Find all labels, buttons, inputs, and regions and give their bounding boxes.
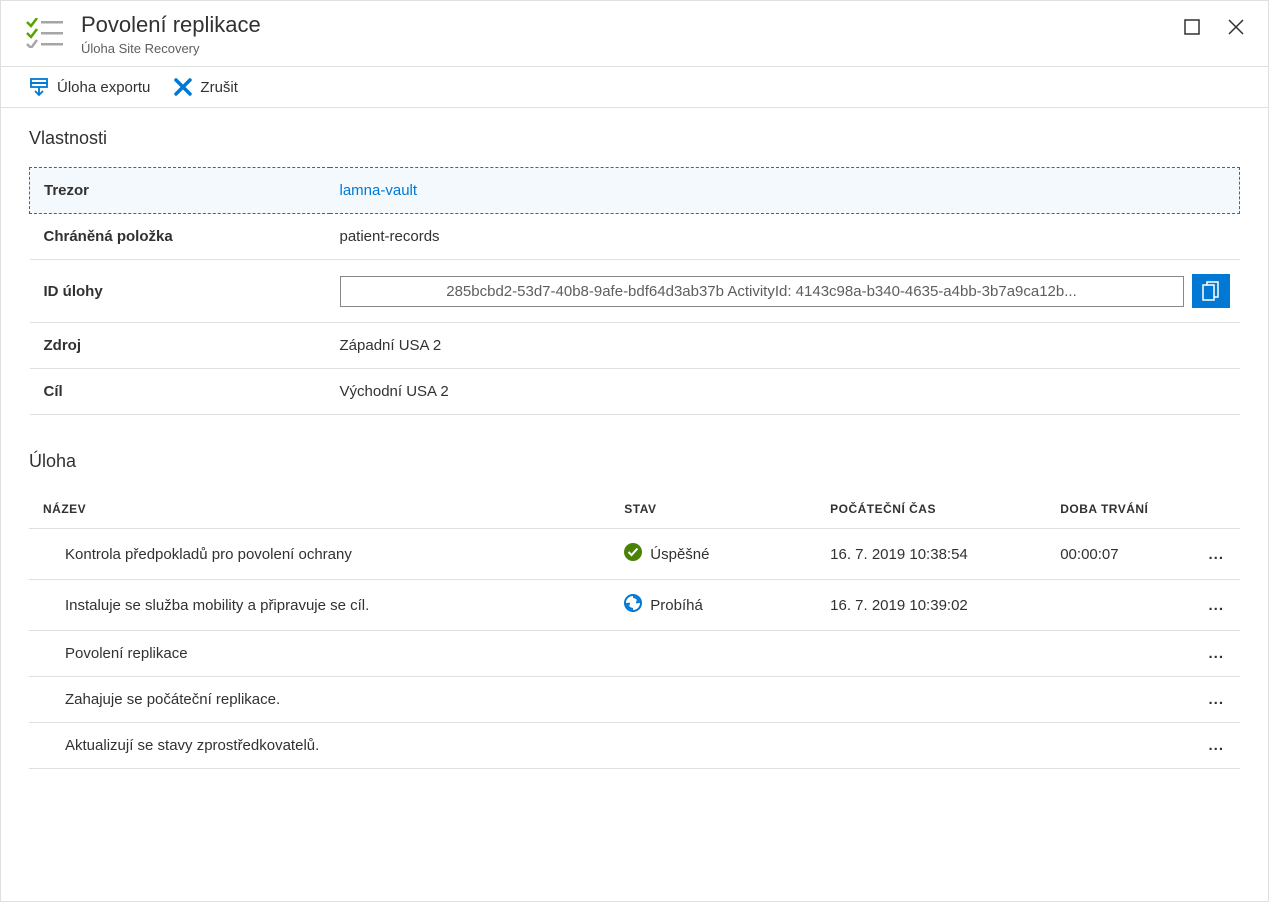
task-table: NÁZEV STAV POČÁTEČNÍ ČAS DOBA TRVÁNÍ Kon… [29,490,1240,769]
ellipsis-icon: ... [1208,737,1224,754]
task-start: 16. 7. 2019 10:38:54 [816,529,1046,580]
column-name[interactable]: NÁZEV [29,490,610,529]
job-id-field[interactable]: 285bcbd2-53d7-40b8-9afe-bdf64d3ab37b Act… [340,276,1184,307]
ellipsis-icon: ... [1208,597,1224,614]
more-button[interactable]: ... [1192,529,1240,580]
task-status [610,723,816,769]
header: Povolení replikace Úloha Site Recovery [1,1,1268,67]
property-value-link[interactable]: lamna-vault [330,168,1240,214]
more-button[interactable]: ... [1192,723,1240,769]
more-button[interactable]: ... [1192,631,1240,677]
export-icon [29,77,49,97]
column-status[interactable]: STAV [610,490,816,529]
cancel-label: Zrušit [200,79,238,96]
ellipsis-icon: ... [1208,645,1224,662]
column-more [1192,490,1240,529]
property-row-target: Cíl Východní USA 2 [30,369,1240,415]
success-icon [624,543,642,565]
ellipsis-icon: ... [1208,691,1224,708]
property-label: ID úlohy [30,260,330,323]
property-row-protected: Chráněná položka patient-records [30,214,1240,260]
property-value: patient-records [330,214,1240,260]
property-row-vault: Trezor lamna-vault [30,168,1240,214]
property-row-source: Zdroj Západní USA 2 [30,323,1240,369]
property-label: Cíl [30,369,330,415]
copy-button[interactable] [1192,274,1230,308]
task-name: Aktualizují se stavy zprostředkovatelů. [29,723,610,769]
task-name: Zahajuje se počáteční replikace. [29,677,610,723]
task-header-row: NÁZEV STAV POČÁTEČNÍ ČAS DOBA TRVÁNÍ [29,490,1240,529]
property-value: Západní USA 2 [330,323,1240,369]
task-start: 16. 7. 2019 10:39:02 [816,580,1046,631]
column-start[interactable]: POČÁTEČNÍ ČAS [816,490,1046,529]
task-duration [1046,723,1191,769]
column-duration[interactable]: DOBA TRVÁNÍ [1046,490,1191,529]
task-section-title: Úloha [29,451,1240,472]
task-name: Instaluje se služba mobility a připravuj… [29,580,610,631]
task-status: Probíhá [610,580,816,631]
task-row[interactable]: Instaluje se služba mobility a připravuj… [29,580,1240,631]
property-value: Východní USA 2 [330,369,1240,415]
task-name: Kontrola předpokladů pro povolení ochran… [29,529,610,580]
more-button[interactable]: ... [1192,580,1240,631]
task-row[interactable]: Aktualizují se stavy zprostředkovatelů..… [29,723,1240,769]
property-label: Trezor [30,168,330,214]
toolbar: Úloha exportu Zrušit [1,67,1268,108]
task-name: Povolení replikace [29,631,610,677]
task-row[interactable]: Povolení replikace... [29,631,1240,677]
header-titles: Povolení replikace Úloha Site Recovery [81,11,1180,56]
task-status-text: Úspěšné [650,546,709,563]
property-row-jobid: ID úlohy 285bcbd2-53d7-40b8-9afe-bdf64d3… [30,260,1240,323]
task-start [816,677,1046,723]
close-button[interactable] [1224,15,1248,42]
task-duration [1046,631,1191,677]
cancel-button[interactable]: Zrušit [174,78,238,96]
task-section: Úloha NÁZEV STAV POČÁTEČNÍ ČAS DOBA TRVÁ… [29,451,1240,769]
panel: Povolení replikace Úloha Site Recovery Ú… [0,0,1269,902]
task-duration: 00:00:07 [1046,529,1191,580]
properties-table: Trezor lamna-vault Chráněná položka pati… [29,167,1240,415]
progress-icon [624,594,642,616]
maximize-button[interactable] [1180,15,1204,42]
task-duration [1046,677,1191,723]
task-status: Úspěšné [610,529,816,580]
task-row[interactable]: Kontrola předpokladů pro povolení ochran… [29,529,1240,580]
cancel-icon [174,78,192,96]
task-row[interactable]: Zahajuje se počáteční replikace.... [29,677,1240,723]
properties-section-title: Vlastnosti [29,128,1240,149]
task-duration [1046,580,1191,631]
task-start [816,723,1046,769]
window-controls [1180,15,1248,42]
page-title: Povolení replikace [81,11,1180,39]
task-status-text: Probíhá [650,597,703,614]
page-subtitle: Úloha Site Recovery [81,41,1180,56]
property-label: Chráněná položka [30,214,330,260]
copy-icon [1202,281,1220,301]
task-start [816,631,1046,677]
task-status [610,631,816,677]
export-button[interactable]: Úloha exportu [29,77,150,97]
export-label: Úloha exportu [57,79,150,96]
content: Vlastnosti Trezor lamna-vault Chráněná p… [1,108,1268,789]
more-button[interactable]: ... [1192,677,1240,723]
task-list-icon [25,15,65,51]
property-value: 285bcbd2-53d7-40b8-9afe-bdf64d3ab37b Act… [330,260,1240,323]
task-status [610,677,816,723]
ellipsis-icon: ... [1208,546,1224,563]
property-label: Zdroj [30,323,330,369]
